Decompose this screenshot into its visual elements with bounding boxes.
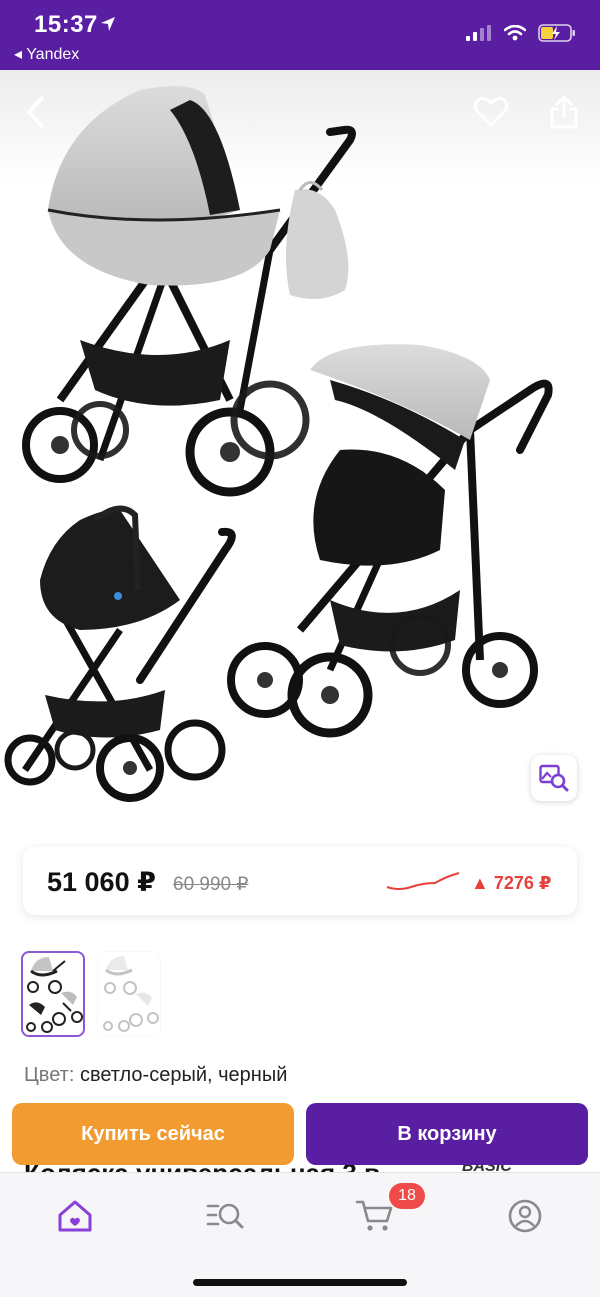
add-to-cart-button[interactable]: В корзину	[306, 1103, 588, 1165]
share-icon	[550, 95, 578, 129]
cart-icon	[355, 1200, 393, 1231]
location-arrow-icon	[101, 17, 115, 31]
tab-profile[interactable]	[500, 1193, 550, 1239]
home-indicator[interactable]	[193, 1279, 407, 1286]
image-search-icon	[539, 764, 569, 792]
battery-icon	[538, 24, 575, 42]
status-icons	[466, 24, 576, 42]
gallery-thumbnail-2[interactable]	[97, 951, 161, 1037]
color-value: светло-серый, черный	[79, 1064, 288, 1086]
product-gallery[interactable]	[0, 70, 600, 823]
price-change: ▲ 7276 ₽	[471, 873, 552, 893]
price-trend-sparkline	[386, 872, 460, 890]
price-card[interactable]: 51 060 ₽ 60 990 ₽ ▲ 7276 ₽	[23, 847, 577, 915]
cart-count-badge: 18	[389, 1183, 425, 1209]
gallery-thumbnail-1[interactable]	[21, 951, 85, 1037]
back-button[interactable]	[14, 90, 58, 134]
old-price: 60 990 ₽	[173, 874, 249, 895]
action-bar: Коляска универсальная 3 в BASIC Купить с…	[0, 1100, 600, 1172]
bottom-tab-bar: 18	[0, 1172, 600, 1297]
image-search-button[interactable]	[531, 755, 577, 801]
status-time: 15:37	[34, 11, 98, 38]
product-image	[0, 70, 600, 823]
back-to-app-link[interactable]: ◂ Yandex	[14, 44, 79, 64]
thumbnail-image	[103, 956, 159, 1032]
signal-icon	[466, 25, 491, 41]
profile-icon	[508, 1199, 542, 1233]
share-button[interactable]	[542, 90, 586, 134]
color-option[interactable]: Цвет: светло-серый, черный	[24, 1064, 287, 1087]
color-label: Цвет:	[24, 1064, 75, 1086]
wifi-icon	[504, 25, 526, 41]
home-icon	[58, 1200, 92, 1232]
tab-home[interactable]	[50, 1193, 100, 1239]
catalog-search-icon	[206, 1203, 244, 1229]
thumbnail-image	[26, 957, 83, 1033]
heart-icon	[473, 96, 509, 127]
back-chevron-icon	[27, 96, 44, 128]
favorite-button[interactable]	[469, 90, 513, 134]
current-price: 51 060 ₽	[47, 867, 156, 897]
product-info: 51 060 ₽ 60 990 ₽ ▲ 7276 ₽ Цвет: светло-…	[0, 823, 600, 1100]
status-bar: 15:37 ◂ Yandex	[0, 0, 600, 70]
buy-now-button[interactable]: Купить сейчас	[12, 1103, 294, 1165]
tab-catalog-search[interactable]	[200, 1193, 250, 1239]
